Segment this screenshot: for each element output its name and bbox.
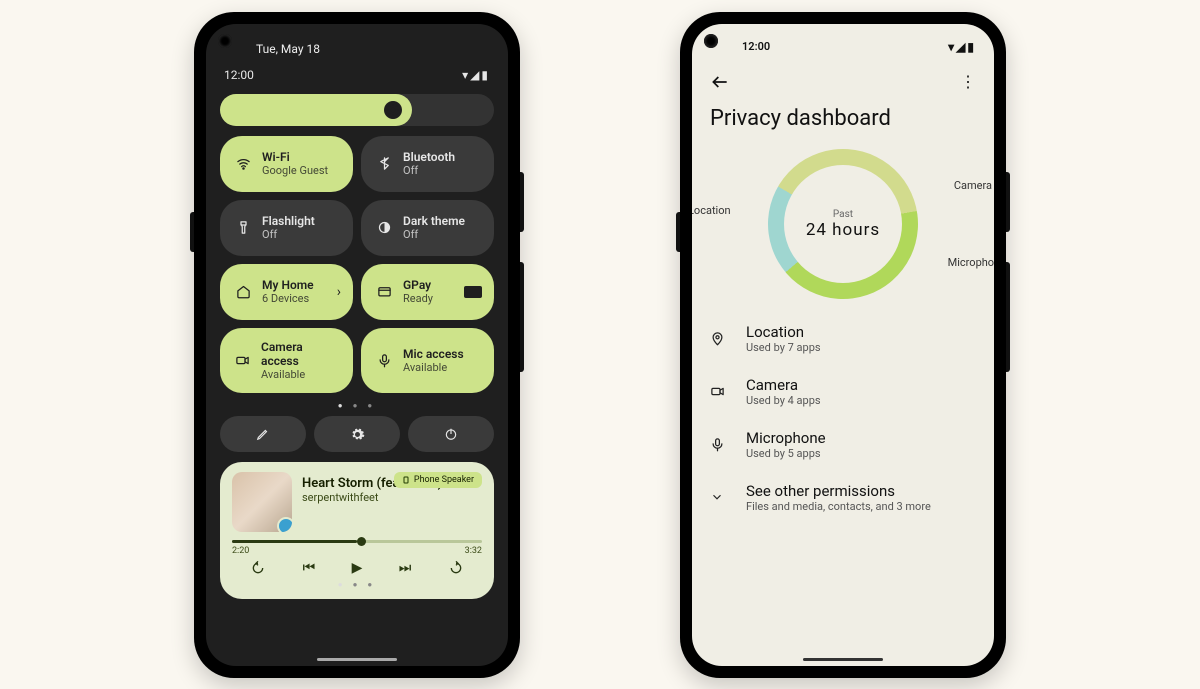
time-total: 3:32 [465,546,482,556]
brightness-icon [384,101,402,119]
previous-button[interactable]: ⏮ [303,560,316,576]
gpay-icon [375,284,393,299]
tile-title: Mic access [403,347,464,361]
chevron-right-icon: › [337,284,341,300]
camera-icon [234,353,251,368]
next-button[interactable]: ⏭ [399,560,412,576]
back-button[interactable] [710,72,730,92]
see-other-permissions[interactable]: See other permissions Files and media, c… [710,482,976,513]
tile-subtitle: Available [261,368,339,381]
time-elapsed: 2:20 [232,546,249,556]
tile-title: GPay [403,278,433,292]
settings-button[interactable] [314,416,400,452]
tile-mic-access[interactable]: Mic access Available [361,328,494,394]
mic-icon [710,437,728,452]
perm-title: Camera [746,376,821,394]
perm-subtitle: Used by 5 apps [746,447,826,460]
perm-title: Location [746,323,821,341]
tile-camera-access[interactable]: Camera access Available [220,328,353,394]
phone-quick-settings: Tue, May 18 12:00 ▾◢▮ Wi-Fi Google Guest… [194,12,520,678]
segment-label-microphone: Microphone [948,256,994,269]
flashlight-icon [234,220,252,235]
rewind-button[interactable] [250,560,266,576]
tile-subtitle: Google Guest [262,164,328,177]
tile-subtitle: 6 Devices [262,292,314,305]
segment-label-camera: Camera [954,179,992,192]
phone-privacy-dashboard: 12:00 ▾◢▮ ⋮ Privacy dashboard Camera Mic… [680,12,1006,678]
forward-button[interactable] [448,560,464,576]
page-dots[interactable]: ● ● ● [220,401,494,410]
tile-flashlight[interactable]: Flashlight Off [220,200,353,256]
front-camera-hole [704,34,718,48]
tile-wifi[interactable]: Wi-Fi Google Guest [220,136,353,192]
power-button[interactable] [408,416,494,452]
card-icon [464,286,482,298]
home-indicator[interactable] [803,658,883,661]
tile-title: Bluetooth [403,150,455,164]
tile-title: Flashlight [262,214,315,228]
bluetooth-icon [375,156,393,171]
perm-title: Microphone [746,429,826,447]
page-title: Privacy dashboard [710,106,976,131]
date-label: Tue, May 18 [256,42,494,56]
clock-label: 12:00 [742,40,770,54]
camera-icon [710,384,728,399]
brightness-slider[interactable] [220,94,494,126]
tile-gpay[interactable]: GPay Ready [361,264,494,320]
album-art[interactable] [232,472,292,532]
tile-subtitle: Off [403,228,465,241]
mic-icon [375,353,393,368]
media-card: Phone Speaker Heart Storm (feat. NAO) se… [220,462,494,599]
location-icon [710,331,728,346]
tile-subtitle: Off [403,164,455,177]
tile-title: Dark theme [403,214,465,228]
home-indicator[interactable] [317,658,397,661]
item-location[interactable]: Location Used by 7 apps [710,323,976,354]
overflow-menu-icon[interactable]: ⋮ [960,72,976,91]
item-microphone[interactable]: Microphone Used by 5 apps [710,429,976,460]
wifi-icon [234,156,252,171]
edit-button[interactable] [220,416,306,452]
darktheme-icon [375,220,393,235]
status-icons: ▾◢▮ [462,68,490,82]
tile-title: Wi-Fi [262,150,328,164]
play-button[interactable]: ▶ [352,560,363,576]
home-icon [234,284,252,299]
item-camera[interactable]: Camera Used by 4 apps [710,376,976,407]
tile-subtitle: Available [403,361,464,374]
clock-label: 12:00 [224,68,254,82]
media-page-dots[interactable]: ● ● ● [232,580,482,589]
perm-subtitle: Used by 7 apps [746,341,821,354]
usage-donut-chart: Camera Microphone Location Past 24 hours [710,149,976,299]
tile-home[interactable]: My Home 6 Devices › [220,264,353,320]
output-chip[interactable]: Phone Speaker [394,472,482,488]
chevron-down-icon [710,490,728,504]
track-artist: serpentwithfeet [302,491,442,504]
segment-label-location: Location [692,204,731,217]
tile-subtitle: Ready [403,292,433,305]
perm-subtitle: Used by 4 apps [746,394,821,407]
tile-title: Camera access [261,340,339,369]
seek-bar[interactable] [232,540,482,543]
tile-title: My Home [262,278,314,292]
tile-dark-theme[interactable]: Dark theme Off [361,200,494,256]
status-icons: ▾◢▮ [948,40,976,54]
front-camera-hole [218,34,232,48]
tile-bluetooth[interactable]: Bluetooth Off [361,136,494,192]
tile-subtitle: Off [262,228,315,241]
